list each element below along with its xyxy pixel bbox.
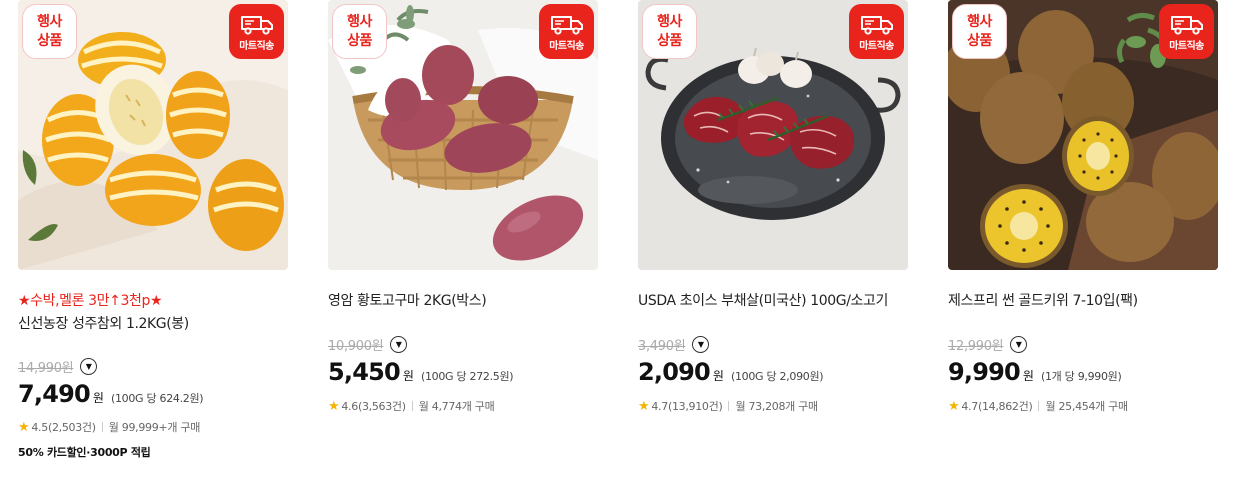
mart-badge-label: 마트직송 xyxy=(549,40,584,52)
product-card[interactable]: 행사 상품 마트직송 ★수박,멜론 3만↑3천p★ 신선농장 성주참외 1.2K… xyxy=(18,0,288,459)
product-card[interactable]: 행사 상품 마트직송 USDA 초이스 부채살(미국산) 100G/소고기 3,… xyxy=(638,0,908,414)
mart-badge-label: 마트직송 xyxy=(1169,40,1204,52)
price-row: 5,450 원 (100G 당 272.5원) xyxy=(328,358,514,386)
currency-label: 원 xyxy=(402,369,414,383)
event-badge-line2: 상품 xyxy=(967,32,992,49)
currency-label: 원 xyxy=(712,369,724,383)
mart-badge-label: 마트직송 xyxy=(239,40,274,52)
benefit-text: 50% 카드할인·3000P 적립 xyxy=(18,446,151,459)
product-image[interactable]: 행사 상품 마트직송 xyxy=(638,0,908,270)
sale-price: 5,450 xyxy=(328,358,401,386)
unit-price: (100G 당 272.5원) xyxy=(420,370,514,383)
event-product-badge: 행사 상품 xyxy=(642,4,697,59)
unit-price: (100G 당 624.2원) xyxy=(110,392,204,405)
delivery-truck-icon xyxy=(860,15,893,35)
monthly-purchases: 월 99,999+개 구매 xyxy=(108,421,201,434)
star-icon: ★ xyxy=(948,398,960,414)
divider xyxy=(1038,401,1040,411)
product-title[interactable]: 제스프리 썬 골드키위 7-10입(팩) xyxy=(948,290,1138,310)
review-row: ★ 4.7(13,910건) 월 73,208개 구매 xyxy=(638,398,818,414)
event-badge-line1: 행사 xyxy=(347,13,372,30)
original-price: 14,990원 xyxy=(18,361,74,376)
star-icon: ★ xyxy=(638,398,650,414)
delivery-truck-icon xyxy=(550,15,583,35)
price-row: 2,090 원 (100G 당 2,090원) xyxy=(638,358,824,386)
chevron-down-icon: ▼ xyxy=(85,362,92,371)
event-badge-line2: 상품 xyxy=(657,32,682,49)
mart-delivery-badge: 마트직송 xyxy=(1159,4,1214,59)
event-badge-line2: 상품 xyxy=(37,32,62,49)
divider xyxy=(411,401,413,411)
product-image[interactable]: 행사 상품 마트직송 xyxy=(328,0,598,270)
event-badge-line2: 상품 xyxy=(347,32,372,49)
chevron-down-icon: ▼ xyxy=(1015,340,1022,349)
monthly-purchases: 월 25,454개 구매 xyxy=(1045,400,1128,413)
review-row: ★ 4.5(2,503건) 월 99,999+개 구매 xyxy=(18,419,200,435)
rating-text[interactable]: 4.6(3,563건) xyxy=(341,398,406,414)
rating-text[interactable]: 4.7(13,910건) xyxy=(651,398,722,414)
chevron-down-icon: ▼ xyxy=(395,340,402,349)
original-price-row: 10,900원 ▼ xyxy=(328,335,408,354)
monthly-purchases: 월 4,774개 구매 xyxy=(418,400,495,413)
star-icon: ★ xyxy=(328,398,340,414)
event-badge-line1: 행사 xyxy=(967,13,992,30)
product-title[interactable]: USDA 초이스 부채살(미국산) 100G/소고기 xyxy=(638,290,888,310)
delivery-truck-icon xyxy=(1170,15,1203,35)
chevron-down-icon: ▼ xyxy=(697,340,704,349)
sale-price: 9,990 xyxy=(948,358,1021,386)
monthly-purchases: 월 73,208개 구매 xyxy=(735,400,818,413)
event-badge-line1: 행사 xyxy=(37,13,62,30)
original-price-row: 12,990원 ▼ xyxy=(948,335,1028,354)
currency-label: 원 xyxy=(92,391,104,405)
review-row: ★ 4.7(14,862건) 월 25,454개 구매 xyxy=(948,398,1128,414)
product-title[interactable]: 영암 황토고구마 2KG(박스) xyxy=(328,290,487,310)
divider xyxy=(101,422,103,432)
delivery-truck-icon xyxy=(240,15,273,35)
original-price-row: 3,490원 ▼ xyxy=(638,335,710,354)
mart-delivery-badge: 마트직송 xyxy=(849,4,904,59)
event-product-badge: 행사 상품 xyxy=(332,4,387,59)
price-info-button[interactable]: ▼ xyxy=(1010,336,1028,353)
mart-delivery-badge: 마트직송 xyxy=(229,4,284,59)
star-icon: ★ xyxy=(18,419,30,435)
price-info-button[interactable]: ▼ xyxy=(390,336,408,353)
original-price: 10,900원 xyxy=(328,339,384,354)
rating-text[interactable]: 4.5(2,503건) xyxy=(31,419,96,435)
original-price: 12,990원 xyxy=(948,339,1004,354)
event-product-badge: 행사 상품 xyxy=(22,4,77,59)
product-card[interactable]: 행사 상품 마트직송 영암 황토고구마 2KG(박스) 10,900원 ▼ 5,… xyxy=(328,0,598,414)
divider xyxy=(728,401,730,411)
unit-price: (100G 당 2,090원) xyxy=(730,370,824,383)
original-price: 3,490원 xyxy=(638,339,686,354)
sale-price: 2,090 xyxy=(638,358,711,386)
product-card[interactable]: 행사 상품 마트직송 제스프리 썬 골드키위 7-10입(팩) 12,990원 … xyxy=(948,0,1218,414)
sale-price: 7,490 xyxy=(18,380,91,408)
currency-label: 원 xyxy=(1022,369,1034,383)
promo-text: ★수박,멜론 3만↑3천p★ xyxy=(18,293,163,309)
original-price-row: 14,990원 ▼ xyxy=(18,357,98,376)
mart-delivery-badge: 마트직송 xyxy=(539,4,594,59)
rating-text[interactable]: 4.7(14,862건) xyxy=(961,398,1032,414)
price-row: 7,490 원 (100G 당 624.2원) xyxy=(18,380,204,408)
event-product-badge: 행사 상품 xyxy=(952,4,1007,59)
product-image[interactable]: 행사 상품 마트직송 xyxy=(18,0,288,270)
price-info-button[interactable]: ▼ xyxy=(692,336,710,353)
unit-price: (1개 당 9,990원) xyxy=(1040,370,1122,383)
product-image[interactable]: 행사 상품 마트직송 xyxy=(948,0,1218,270)
mart-badge-label: 마트직송 xyxy=(859,40,894,52)
price-row: 9,990 원 (1개 당 9,990원) xyxy=(948,358,1122,386)
product-title[interactable]: 신선농장 성주참외 1.2KG(봉) xyxy=(18,313,189,333)
review-row: ★ 4.6(3,563건) 월 4,774개 구매 xyxy=(328,398,495,414)
price-info-button[interactable]: ▼ xyxy=(80,358,98,375)
event-badge-line1: 행사 xyxy=(657,13,682,30)
